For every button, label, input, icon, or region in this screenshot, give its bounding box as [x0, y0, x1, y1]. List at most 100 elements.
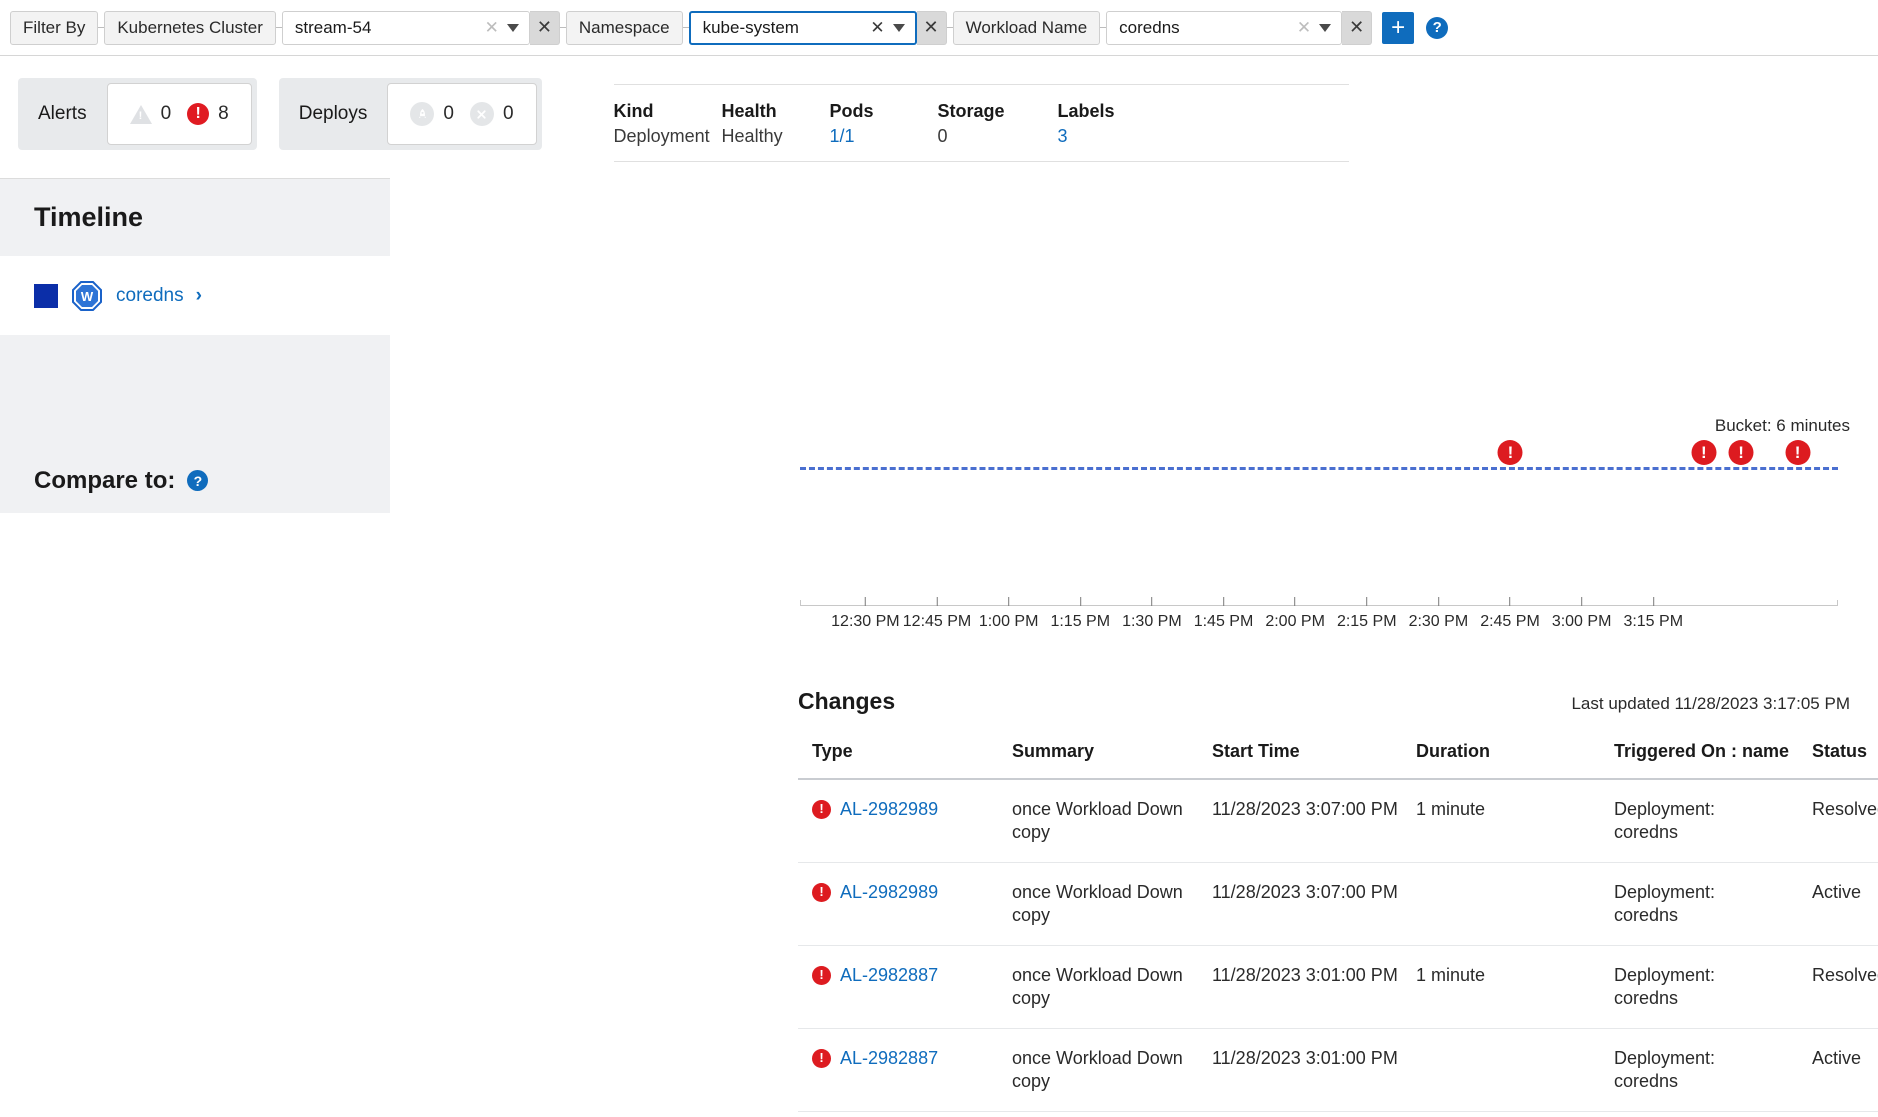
rocket-icon	[410, 102, 434, 126]
column-header-start-time[interactable]: Start Time	[1198, 733, 1402, 779]
workload-combobox[interactable]: coredns ✕	[1106, 11, 1342, 45]
cell-summary: once Workload Down copy	[998, 946, 1198, 1029]
column-header-summary[interactable]: Summary	[998, 733, 1198, 779]
column-header-duration[interactable]: Duration	[1402, 733, 1600, 779]
timeline-axis: 12:30 PM12:45 PM1:00 PM1:15 PM1:30 PM1:4…	[800, 605, 1838, 606]
axis-tick-label: 2:30 PM	[1409, 613, 1469, 631]
namespace-combobox[interactable]: kube-system ✕	[689, 11, 917, 45]
cell-duration	[1402, 863, 1600, 946]
cell-type: !AL-2982782	[798, 1112, 998, 1117]
compare-help-icon[interactable]: ?	[187, 470, 208, 491]
remove-workload-filter-button[interactable]: ✕	[1342, 11, 1372, 45]
remove-namespace-filter-button[interactable]: ✕	[917, 11, 947, 45]
chevron-down-icon[interactable]	[893, 24, 905, 32]
series-color-swatch	[34, 284, 58, 308]
axis-tick: 1:00 PM	[979, 597, 1039, 631]
axis-tick-mark	[1080, 597, 1081, 606]
changes-table-header-row: Type Summary Start Time Duration Trigger…	[798, 733, 1878, 779]
column-header-type[interactable]: Type	[798, 733, 998, 779]
content-area: Bucket: 6 minutes !!!! 12:30 PM12:45 PM1…	[390, 178, 1878, 1072]
clear-value-icon[interactable]: ✕	[862, 19, 892, 36]
alert-id-link[interactable]: AL-2982887	[840, 964, 938, 987]
axis-tick-label: 3:00 PM	[1552, 613, 1612, 631]
alerts-warning-stat[interactable]: 0	[130, 103, 172, 125]
timeline-header: Timeline	[0, 179, 390, 257]
axis-tick-mark	[1653, 597, 1654, 606]
deploys-failed-stat[interactable]: 0	[470, 102, 514, 126]
legend-workload-link[interactable]: coredns	[116, 285, 184, 307]
table-row: !AL-2982887once Workload Down copy11/28/…	[798, 946, 1878, 1029]
cell-triggered-on: Deployment:coredns	[1600, 863, 1798, 946]
cell-status: Resolved	[1798, 779, 1878, 863]
meta-labels: Labels 3	[1058, 101, 1166, 147]
cell-summary: once Workload Down copy	[998, 1112, 1198, 1117]
clear-value-icon[interactable]: ✕	[477, 19, 507, 36]
alerts-critical-count: 8	[218, 103, 229, 125]
table-row: !AL-2982782once Workload Down copy11/28/…	[798, 1112, 1878, 1117]
main-area: Timeline W coredns › Compare to: ? Bucke…	[0, 178, 1878, 1072]
timeline-alert-marker[interactable]: !	[1498, 440, 1523, 465]
alerts-warning-count: 0	[161, 103, 172, 125]
alert-id-link[interactable]: AL-2982989	[840, 798, 938, 821]
alerts-critical-stat[interactable]: ! 8	[187, 103, 229, 125]
svg-text:W: W	[81, 289, 94, 304]
axis-tick-mark	[1581, 597, 1582, 606]
critical-alert-icon: !	[812, 883, 831, 902]
deploys-success-stat[interactable]: 0	[410, 102, 454, 126]
clear-value-icon[interactable]: ✕	[1289, 19, 1319, 36]
cell-start-time: 11/28/2023 3:07:00 PM	[1198, 779, 1402, 863]
column-header-triggered-on[interactable]: Triggered On : name	[1600, 733, 1798, 779]
meta-labels-key: Labels	[1058, 101, 1166, 122]
cluster-combobox[interactable]: stream-54 ✕	[282, 11, 530, 45]
triggered-on-kind: Deployment:	[1614, 1047, 1798, 1070]
timeline-chart: !!!! 12:30 PM12:45 PM1:00 PM1:15 PM1:30 …	[390, 430, 1878, 630]
axis-tick-mark	[1438, 597, 1439, 606]
cell-start-time: 11/28/2023 3:07:00 PM	[1198, 863, 1402, 946]
chevron-down-icon[interactable]	[507, 24, 519, 32]
timeline-alert-marker[interactable]: !	[1785, 440, 1810, 465]
alert-id-link[interactable]: AL-2982887	[840, 1047, 938, 1070]
meta-labels-value[interactable]: 3	[1058, 126, 1166, 147]
axis-tick: 2:00 PM	[1265, 597, 1325, 631]
timeline-alert-marker[interactable]: !	[1691, 440, 1716, 465]
x-circle-icon	[470, 102, 494, 126]
axis-tick-mark	[1509, 597, 1510, 606]
axis-tick: 2:15 PM	[1337, 597, 1397, 631]
meta-pods-value[interactable]: 1/1	[830, 126, 938, 147]
timeline-alert-marker[interactable]: !	[1729, 440, 1754, 465]
cell-triggered-on: Deployment:coredns	[1600, 1112, 1798, 1117]
axis-tick-label: 1:30 PM	[1122, 613, 1182, 631]
triggered-on-name: coredns	[1614, 821, 1798, 844]
filter-namespace: Namespace kube-system ✕ ✕	[566, 11, 947, 45]
cell-summary: once Workload Down copy	[998, 863, 1198, 946]
remove-cluster-filter-button[interactable]: ✕	[530, 11, 560, 45]
type-cell: !AL-2982887	[812, 964, 998, 987]
axis-tick-mark	[865, 597, 866, 606]
chevron-right-icon[interactable]: ›	[196, 285, 202, 307]
axis-tick: 12:45 PM	[903, 597, 971, 631]
critical-alert-icon: !	[812, 1049, 831, 1068]
chevron-down-icon[interactable]	[1319, 24, 1331, 32]
warning-triangle-icon	[130, 105, 152, 124]
help-icon[interactable]: ?	[1426, 17, 1448, 39]
table-row: !AL-2982887once Workload Down copy11/28/…	[798, 1029, 1878, 1112]
cell-start-time: 11/28/2023 3:01:00 PM	[1198, 1029, 1402, 1112]
add-filter-button[interactable]: +	[1382, 12, 1414, 44]
workload-value: coredns	[1119, 18, 1289, 38]
cell-triggered-on: Deployment:coredns	[1600, 779, 1798, 863]
axis-tick-label: 2:00 PM	[1265, 613, 1325, 631]
filter-label-namespace: Namespace	[566, 11, 683, 45]
cell-start-time: 11/28/2023 3:01:00 PM	[1198, 946, 1402, 1029]
timeline-series-line	[800, 467, 1838, 470]
filter-by-label: Filter By	[10, 11, 98, 45]
meta-storage-value: 0	[938, 126, 1058, 147]
axis-tick-mark	[1366, 597, 1367, 606]
axis-tick-label: 12:45 PM	[903, 613, 971, 631]
workload-badge-icon: W	[70, 279, 104, 313]
cell-status: Resolved	[1798, 946, 1878, 1029]
meta-health-key: Health	[722, 101, 830, 122]
alert-id-link[interactable]: AL-2982989	[840, 881, 938, 904]
column-header-status[interactable]: Status	[1798, 733, 1878, 779]
axis-tick-label: 1:15 PM	[1050, 613, 1110, 631]
meta-health: Health Healthy	[722, 101, 830, 147]
